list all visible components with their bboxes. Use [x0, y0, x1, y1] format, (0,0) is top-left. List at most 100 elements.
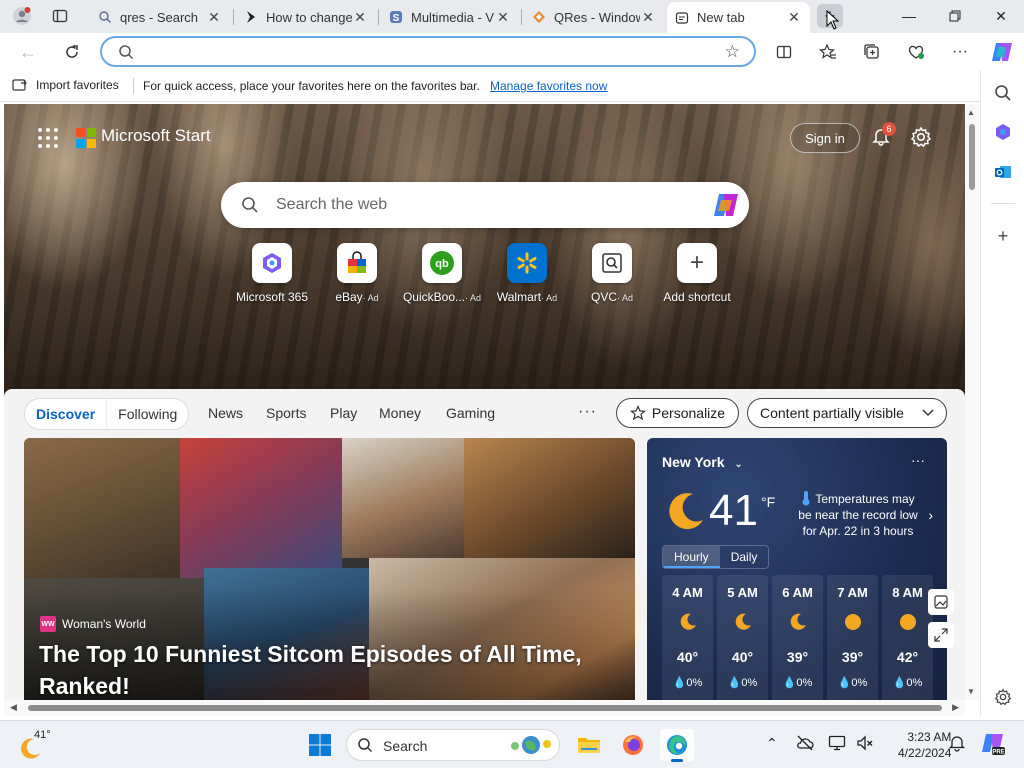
app-launcher-icon[interactable]	[38, 128, 58, 148]
scroll-left-icon[interactable]: ◀	[10, 702, 17, 713]
page-settings-button[interactable]	[910, 126, 932, 151]
scroll-thumb[interactable]	[969, 124, 975, 190]
sidebar-search-button[interactable]	[990, 80, 1016, 106]
chevron-right-icon[interactable]: ›	[928, 507, 933, 523]
tab-gaming[interactable]: Gaming	[446, 405, 495, 421]
minimize-button[interactable]: —	[886, 0, 932, 32]
add-shortcut-button[interactable]: + Add shortcut	[654, 243, 740, 304]
taskbar-firefox[interactable]	[616, 729, 650, 761]
show-hidden-icons-chevron[interactable]: ⌃	[766, 735, 778, 752]
tab-qres-windows[interactable]: QRes - Window ✕	[524, 4, 664, 30]
profile-avatar-button[interactable]	[8, 4, 36, 28]
scroll-right-icon[interactable]: ▶	[952, 702, 959, 713]
tab-sports[interactable]: Sports	[266, 405, 306, 421]
taskbar-clock[interactable]: 3:23 AM 4/22/2024	[898, 729, 951, 761]
microsoft-start-brand[interactable]: Microsoft Start	[101, 126, 211, 146]
shortcut-qvc[interactable]: QVC· Ad	[569, 243, 655, 304]
weather-location[interactable]: New York ⌄	[662, 454, 743, 470]
article-image	[464, 438, 635, 558]
tab-discover[interactable]: Discover	[25, 399, 106, 429]
article-title[interactable]: The Top 10 Funniest Sitcom Episodes of A…	[39, 638, 609, 700]
taskbar-file-explorer[interactable]	[572, 729, 606, 761]
close-tab-icon[interactable]: ✕	[352, 9, 368, 26]
sidebar-divider	[991, 203, 1015, 204]
favorite-star-icon[interactable]: ☆	[725, 42, 740, 62]
volume-control[interactable]	[856, 734, 874, 755]
weather-card[interactable]: New York ⌄ ··· 41 °F Temperatures may be…	[647, 438, 947, 700]
tab-actions-button[interactable]	[46, 4, 74, 28]
sidebar-copilot-button[interactable]	[990, 119, 1016, 145]
taskbar-edge[interactable]	[660, 729, 694, 762]
shortcut-quickbooks[interactable]: qb QuickBoo...· Ad	[399, 243, 485, 304]
scroll-down-icon[interactable]: ▼	[967, 687, 975, 696]
network-status[interactable]	[796, 734, 814, 755]
split-screen-button[interactable]	[771, 39, 797, 65]
hero-article-card[interactable]: WW Woman's World The Top 10 Funniest Sit…	[24, 438, 635, 700]
close-tab-icon[interactable]: ✕	[495, 9, 511, 26]
tab-new-tab[interactable]: New tab ✕	[667, 2, 810, 33]
search-placeholder: Search the web	[276, 196, 388, 213]
tab-qres-search[interactable]: qres - Search ✕	[90, 4, 230, 30]
content-visibility-dropdown[interactable]: Content partially visible	[747, 398, 947, 428]
scroll-up-icon[interactable]: ▲	[967, 108, 975, 117]
start-button[interactable]	[308, 733, 332, 760]
sidebar-outlook-button[interactable]	[990, 159, 1016, 185]
restore-button[interactable]	[932, 0, 978, 32]
shortcut-microsoft-365[interactable]: Microsoft 365	[229, 243, 315, 304]
close-tab-icon[interactable]: ✕	[640, 9, 656, 26]
back-button[interactable]: ←	[14, 38, 42, 66]
scroll-thumb[interactable]	[28, 705, 942, 711]
quickbooks-icon: qb	[422, 243, 462, 283]
sidebar-add-button[interactable]: +	[990, 223, 1016, 249]
notification-center[interactable]	[948, 734, 966, 755]
edge-icon	[667, 735, 687, 755]
expand-button[interactable]	[928, 622, 954, 648]
sidebar-settings-button[interactable]	[990, 684, 1016, 710]
weather-city: New York	[662, 454, 725, 470]
favorites-hint: For quick access, place your favorites h…	[143, 79, 480, 93]
tab-multimedia[interactable]: S Multimedia - V ✕	[381, 4, 519, 30]
sign-in-button[interactable]: Sign in	[790, 123, 860, 153]
copilot-button[interactable]	[989, 39, 1015, 65]
favorites-button[interactable]	[815, 39, 841, 65]
tab-hourly[interactable]: Hourly	[663, 546, 720, 568]
browser-essentials-button[interactable]	[903, 39, 929, 65]
ebay-bag-icon	[337, 243, 377, 283]
vertical-scrollbar[interactable]: ▲ ▼	[965, 104, 979, 700]
shortcut-walmart[interactable]: Walmart· Ad	[484, 243, 570, 304]
tab-play[interactable]: Play	[330, 405, 357, 421]
weather-more-icon[interactable]: ···	[911, 452, 925, 468]
close-tab-icon[interactable]: ✕	[206, 9, 222, 26]
web-search-box[interactable]: Search the web	[221, 182, 749, 228]
copilot-icon[interactable]	[711, 191, 741, 219]
tab-following[interactable]: Following	[106, 399, 188, 429]
manage-favorites-link[interactable]: Manage favorites now	[490, 79, 607, 93]
tab-money[interactable]: Money	[379, 405, 421, 421]
address-input[interactable]	[146, 42, 706, 62]
display-settings[interactable]	[828, 734, 846, 755]
close-tab-icon[interactable]: ✕	[786, 9, 802, 26]
more-topics-button[interactable]: ···	[578, 403, 597, 421]
chevron-down-icon: ⌄	[734, 459, 743, 470]
weather-alert[interactable]: Temperatures may be near the record low …	[793, 490, 923, 539]
taskbar-weather-widget[interactable]: 41°	[18, 727, 52, 763]
feedback-image-button[interactable]	[928, 589, 954, 615]
tab-daily[interactable]: Daily	[720, 546, 769, 568]
personalize-label: Personalize	[651, 405, 726, 421]
personalize-button[interactable]: Personalize	[616, 398, 739, 428]
chevron-down-icon	[922, 409, 934, 417]
refresh-button[interactable]	[58, 38, 86, 66]
horizontal-scrollbar[interactable]: ◀ ▶	[4, 700, 965, 716]
bell-icon	[948, 736, 966, 752]
tab-news[interactable]: News	[208, 405, 243, 421]
shortcut-ebay[interactable]: eBay· Ad	[314, 243, 400, 304]
tab-how-to-change[interactable]: How to change ✕	[236, 4, 376, 30]
settings-more-button[interactable]: ···	[947, 39, 973, 65]
address-bar[interactable]: ☆	[100, 36, 756, 67]
copilot-preview-button[interactable]: PRE	[980, 731, 1006, 760]
article-image	[24, 438, 180, 578]
taskbar-search-box[interactable]: Search	[346, 729, 560, 761]
collections-button[interactable]	[859, 39, 885, 65]
close-window-button[interactable]: ✕	[978, 0, 1024, 32]
import-favorites-button[interactable]: Import favorites	[12, 78, 119, 92]
